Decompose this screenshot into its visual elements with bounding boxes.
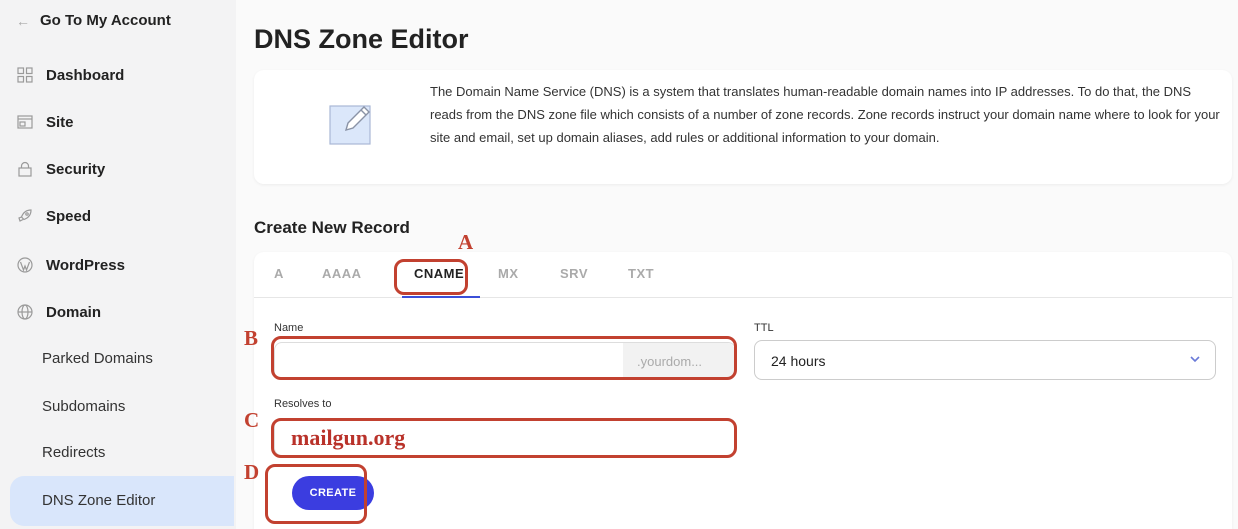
section-title: Create New Record	[254, 218, 410, 237]
arrow-left-icon: ←	[16, 12, 30, 29]
tab-mx[interactable]: MX	[498, 266, 519, 281]
tab-aaaa[interactable]: AAAA	[322, 266, 362, 281]
page-title: DNS Zone Editor	[254, 24, 469, 54]
ttl-value: 24 hours	[771, 353, 826, 369]
sidebar-item-label: Speed	[46, 207, 92, 225]
globe-icon	[16, 303, 34, 321]
sidebar-item-label: Dashboard	[46, 66, 125, 84]
go-to-my-account-label: Go To My Account	[40, 12, 171, 29]
info-description: The Domain Name Service (DNS) is a syste…	[430, 84, 1220, 145]
sidebar-item-label: Security	[46, 160, 106, 178]
tab-a[interactable]: A	[274, 266, 284, 281]
rocket-icon	[16, 207, 34, 225]
sidebar-item-wordpress[interactable]: WordPress	[16, 256, 125, 274]
sidebar-subitem-redirects[interactable]: Redirects	[42, 444, 105, 461]
annotation-label-b: B	[244, 326, 259, 350]
sidebar-subitem-subdomains[interactable]: Subdomains	[42, 398, 125, 415]
sidebar-subitem-parked-domains[interactable]: Parked Domains	[42, 350, 153, 367]
sidebar-item-security[interactable]: Security	[16, 160, 105, 178]
sidebar-item-site[interactable]: Site	[16, 113, 74, 131]
lock-icon	[16, 160, 34, 178]
grid-icon	[16, 66, 34, 84]
highlight-box-a	[394, 259, 468, 295]
ttl-select[interactable]: 24 hours	[754, 340, 1216, 380]
sidebar: ← Go To My Account Dashboard Site Securi…	[0, 0, 236, 529]
sidebar-item-dashboard[interactable]: Dashboard	[16, 66, 124, 84]
highlight-box-d	[265, 464, 367, 524]
active-tab-indicator	[402, 296, 480, 298]
annotation-label-c: C	[244, 408, 260, 432]
sidebar-item-domain[interactable]: Domain	[16, 303, 101, 321]
tab-srv[interactable]: SRV	[560, 266, 588, 281]
tab-txt[interactable]: TXT	[628, 266, 654, 281]
resolves-to-label: Resolves to	[274, 398, 332, 410]
sidebar-item-label: Domain	[46, 303, 102, 321]
sidebar-item-label: Site	[46, 113, 74, 131]
highlight-box-c	[271, 418, 737, 458]
name-label: Name	[274, 322, 304, 334]
ttl-label: TTL	[754, 322, 774, 334]
annotation-label-d: D	[244, 460, 260, 484]
wordpress-icon	[16, 256, 34, 274]
sidebar-subitem-dns-zone-editor[interactable]: DNS Zone Editor	[10, 476, 234, 526]
annotation-label-a: A	[458, 230, 474, 254]
sidebar-item-speed[interactable]: Speed	[16, 207, 91, 225]
window-icon	[16, 113, 34, 131]
chevron-down-icon	[1189, 353, 1201, 368]
sidebar-item-label: WordPress	[46, 256, 125, 274]
highlight-box-b	[271, 336, 737, 380]
edit-note-icon	[326, 96, 378, 148]
sidebar-subitem-label: DNS Zone Editor	[42, 492, 156, 509]
go-to-my-account-link[interactable]: ← Go To My Account	[16, 12, 171, 29]
info-card: The Domain Name Service (DNS) is a syste…	[254, 70, 1232, 184]
